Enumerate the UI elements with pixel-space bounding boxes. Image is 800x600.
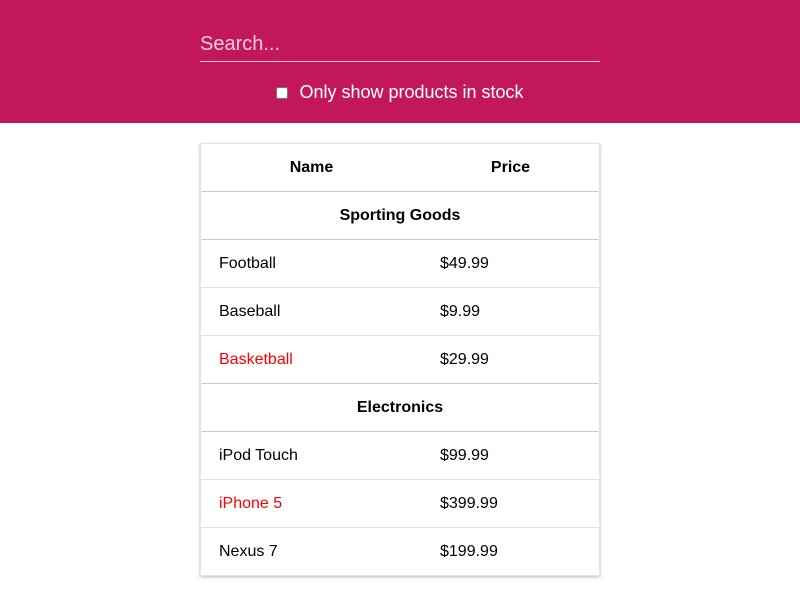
stock-filter: Only show products in stock [0, 80, 800, 104]
search-field [200, 28, 600, 62]
category-label: Electronics [201, 383, 599, 432]
in-stock-checkbox[interactable] [276, 87, 289, 99]
product-name: Baseball [201, 287, 422, 336]
table-header-row: Name Price [201, 144, 599, 192]
search-input[interactable] [200, 28, 600, 61]
product-row: Basketball $29.99 [201, 335, 599, 384]
product-price: $29.99 [422, 335, 599, 384]
category-label: Sporting Goods [201, 191, 599, 240]
product-table: Name Price Sporting Goods Football $49.9… [201, 144, 599, 575]
product-price: $9.99 [422, 287, 599, 336]
in-stock-label[interactable]: Only show products in stock [299, 82, 523, 102]
product-name: Nexus 7 [219, 542, 278, 560]
category-row-sporting-goods: Sporting Goods [201, 191, 599, 240]
category-row-electronics: Electronics [201, 383, 599, 432]
column-header-price: Price [422, 144, 599, 192]
product-name: iPod Touch [201, 431, 422, 480]
column-header-name: Name [201, 144, 422, 192]
product-price: $199.99 [440, 542, 498, 560]
product-row: iPhone 5 $399.99 [201, 479, 599, 528]
search-header: Only show products in stock [0, 0, 800, 123]
product-row: Nexus 7 $199.99 [201, 528, 599, 576]
product-table-card: Name Price Sporting Goods Football $49.9… [200, 143, 600, 576]
product-row: Football $49.99 [201, 239, 599, 288]
product-row: Baseball $9.99 [201, 287, 599, 336]
product-price: $399.99 [422, 479, 599, 528]
product-row: iPod Touch $99.99 [201, 431, 599, 480]
product-price: $99.99 [422, 431, 599, 480]
product-name: Football [201, 239, 422, 288]
product-name-out-of-stock: iPhone 5 [201, 479, 422, 528]
product-price: $49.99 [422, 239, 599, 288]
product-name-out-of-stock: Basketball [201, 335, 422, 384]
